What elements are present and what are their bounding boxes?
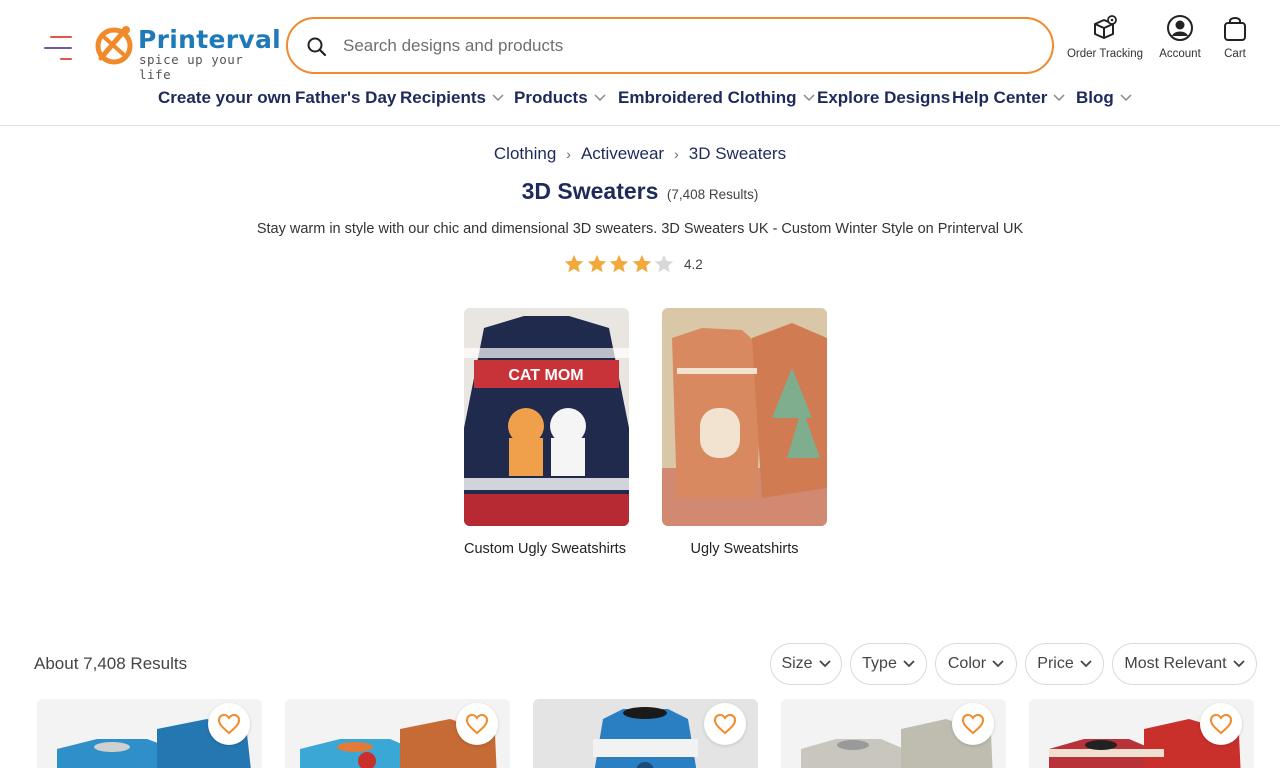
product-card[interactable] [781, 699, 1006, 768]
nav-label: Recipients [400, 88, 486, 107]
nav-item-help-center[interactable]: Help Center [952, 88, 1065, 108]
rating: 4.2 [563, 253, 703, 275]
breadcrumb-item[interactable]: Activewear [581, 144, 664, 163]
filter-price[interactable]: Price [1025, 643, 1104, 685]
wishlist-button[interactable] [208, 703, 250, 745]
page-heading: 3D Sweaters (7,408 Results) [0, 178, 1280, 205]
nav-label: Embroidered Clothing [618, 88, 797, 107]
nav-label: Explore Designs [817, 88, 951, 107]
category-image[interactable]: CAT MOM [464, 308, 629, 526]
package-location-icon [1094, 15, 1117, 39]
chevron-down-icon [1232, 660, 1245, 668]
chevron-right-icon: › [674, 146, 679, 162]
star-icon [564, 254, 584, 273]
category-image[interactable] [662, 308, 827, 526]
sweater-image [662, 308, 827, 526]
chevron-down-icon [903, 660, 915, 668]
nav-item-blog[interactable]: Blog [1076, 88, 1132, 108]
page-title: 3D Sweaters [521, 178, 659, 204]
filter-size[interactable]: Size [770, 643, 842, 685]
sweater-image: CAT MOM [464, 308, 629, 526]
breadcrumb-item[interactable]: 3D Sweaters [689, 144, 786, 163]
search-input[interactable] [343, 31, 1023, 61]
cart-button[interactable]: Cart [1212, 14, 1258, 60]
main-nav: Create your own Father's Day Recipients … [0, 88, 1280, 116]
category-card[interactable]: CAT MOM Custom Ugly Sweatshirts [464, 308, 629, 557]
heart-icon [465, 713, 489, 735]
heart-icon [961, 713, 985, 735]
order-tracking-button[interactable]: Order Tracking [1062, 14, 1148, 60]
nav-item-create-your-own[interactable]: Create your own [158, 88, 291, 108]
heart-icon [713, 713, 737, 735]
order-tracking-label: Order Tracking [1066, 48, 1144, 60]
wishlist-button[interactable] [704, 703, 746, 745]
filter-label: Size [781, 655, 813, 672]
nav-item-explore-designs[interactable]: Explore Designs [817, 88, 950, 108]
chevron-down-icon [1120, 94, 1132, 102]
nav-label: Products [514, 88, 588, 107]
filter-label: Color [947, 655, 987, 672]
logo-name: Printerval [138, 25, 281, 54]
account-label: Account [1159, 48, 1201, 60]
category-label[interactable]: Custom Ugly Sweatshirts [464, 541, 629, 557]
chevron-down-icon [1053, 94, 1065, 102]
product-card[interactable] [37, 699, 262, 768]
category-label[interactable]: Ugly Sweatshirts [662, 541, 827, 557]
rating-score: 4.2 [683, 256, 703, 272]
shopping-bag-icon [1224, 17, 1246, 41]
nav-item-embroidered-clothing[interactable]: Embroidered Clothing [618, 88, 815, 108]
filter-color[interactable]: Color [935, 643, 1017, 685]
star-icon [655, 254, 674, 273]
chevron-down-icon [594, 94, 606, 102]
result-count: (7,408 Results) [666, 187, 759, 202]
nav-item-products[interactable]: Products [514, 88, 606, 108]
account-button[interactable]: Account [1152, 14, 1208, 60]
nav-label: Father's Day [295, 88, 397, 107]
sort-select[interactable]: Most Relevant [1112, 643, 1257, 685]
heart-icon [1209, 713, 1233, 735]
filter-label: Type [862, 655, 897, 672]
wishlist-button[interactable] [1200, 703, 1242, 745]
breadcrumb: Clothing › Activewear › 3D Sweaters [0, 144, 1280, 164]
logo[interactable]: Printerval spice up your life [93, 24, 281, 82]
search-icon[interactable] [306, 36, 328, 58]
nav-label: Create your own [158, 88, 292, 107]
sweater-print: CAT MOM [508, 367, 583, 384]
nav-label: Help Center [952, 88, 1048, 107]
nav-label: Blog [1076, 88, 1114, 107]
chevron-down-icon [992, 660, 1004, 668]
nav-item-fathers-day[interactable]: Father's Day [295, 88, 396, 108]
product-card[interactable] [1029, 699, 1254, 768]
wishlist-button[interactable] [456, 703, 498, 745]
star-icon [632, 254, 651, 273]
menu-icon[interactable] [44, 36, 74, 64]
page-description: Stay warm in style with our chic and dim… [256, 221, 1024, 237]
user-circle-icon [1167, 15, 1193, 41]
chevron-down-icon [818, 660, 831, 668]
star-icon [587, 254, 606, 273]
product-card[interactable] [533, 699, 758, 768]
sort-label: Most Relevant [1124, 655, 1227, 672]
heart-icon [217, 713, 241, 735]
star-icon [610, 254, 629, 273]
cart-label: Cart [1224, 48, 1246, 60]
chevron-right-icon: › [566, 146, 571, 162]
chevron-down-icon [1080, 660, 1092, 668]
results-count: About 7,408 Results [34, 654, 188, 673]
wishlist-button[interactable] [952, 703, 994, 745]
filter-label: Price [1037, 655, 1074, 672]
chevron-down-icon [802, 94, 815, 102]
search-bar[interactable] [286, 17, 1054, 74]
nav-item-recipients[interactable]: Recipients [400, 88, 504, 108]
chevron-down-icon [492, 94, 504, 102]
category-card[interactable]: Ugly Sweatshirts [662, 308, 827, 557]
filter-type[interactable]: Type [850, 643, 927, 685]
logo-tagline: spice up your life [139, 52, 244, 82]
site-header: Printerval spice up your life Order Trac… [0, 0, 1280, 126]
breadcrumb-item[interactable]: Clothing [494, 144, 556, 163]
printerval-logo-mark [95, 26, 133, 65]
product-card[interactable] [285, 699, 510, 768]
